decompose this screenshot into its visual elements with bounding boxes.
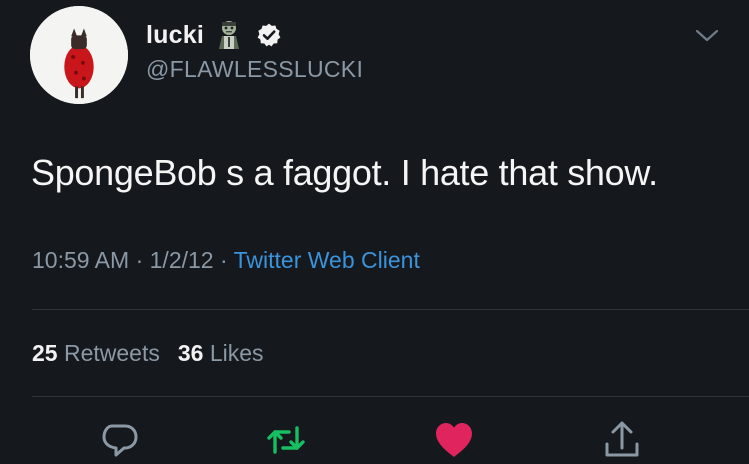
retweet-icon[interactable] — [264, 418, 308, 462]
heart-icon[interactable] — [432, 418, 476, 462]
user-handle[interactable]: @FLAWLESSLUCKI — [146, 56, 363, 83]
retweets-count: 25 — [32, 340, 58, 366]
verified-badge-icon — [256, 22, 282, 48]
tweet-text: SpongeBob s a faggot. I hate that show. — [31, 152, 658, 193]
avatar[interactable] — [30, 6, 128, 104]
likes-stat[interactable]: 36 Likes — [178, 340, 264, 366]
likes-label: Likes — [209, 340, 264, 366]
tweet-time: 10:59 AM — [32, 247, 130, 273]
name-row: lucki — [146, 16, 282, 54]
retweets-label: Retweets — [63, 340, 160, 366]
retweets-stat[interactable]: 25 Retweets — [32, 340, 160, 366]
chevron-down-icon[interactable] — [694, 26, 720, 46]
reply-icon[interactable] — [98, 418, 142, 462]
divider — [32, 396, 749, 397]
display-name[interactable]: lucki — [146, 21, 204, 50]
likes-count: 36 — [177, 340, 204, 366]
meta-separator: · — [219, 247, 228, 273]
divider — [32, 309, 749, 310]
zombie-emoji-icon — [214, 19, 244, 51]
tweet-date: 1/2/12 — [149, 247, 214, 273]
meta-separator: · — [135, 247, 144, 273]
action-bar — [0, 418, 749, 464]
tweet-client-link[interactable]: Twitter Web Client — [234, 247, 420, 273]
share-icon[interactable] — [600, 418, 644, 462]
tweet-card: lucki @FLAWLESSLUCKI SpongeBob s a faggo… — [0, 0, 749, 464]
engagement-stats: 25 Retweets 36 Likes — [32, 340, 264, 367]
tweet-meta: 10:59 AM · 1/2/12 · Twitter Web Client — [32, 247, 420, 274]
avatar-image — [30, 6, 128, 104]
